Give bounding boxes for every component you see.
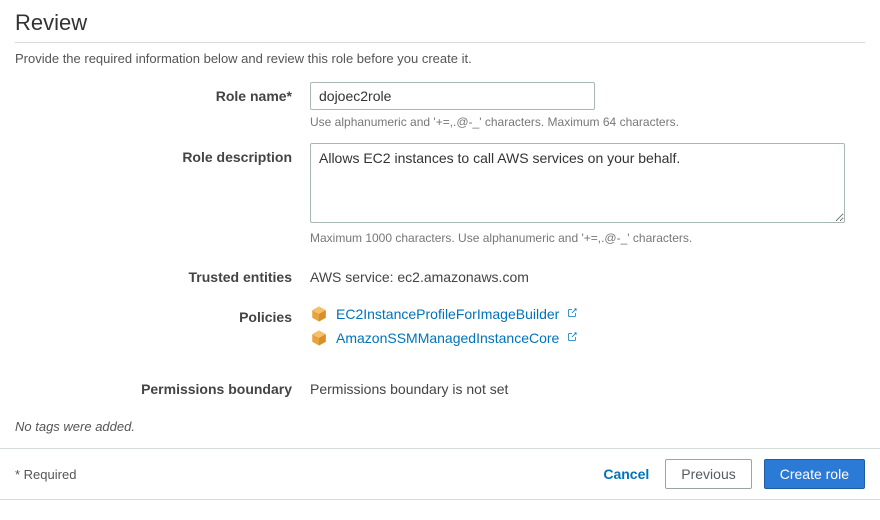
page-subtitle: Provide the required information below a… [15,51,865,66]
row-permissions-boundary: Permissions boundary Permissions boundar… [15,375,865,397]
row-role-description: Role description Allows EC2 instances to… [15,143,865,245]
policy-item: EC2InstanceProfileForImageBuilder [310,305,865,323]
role-description-helper: Maximum 1000 characters. Use alphanumeri… [310,231,865,245]
external-link-icon [566,307,578,319]
create-role-button[interactable]: Create role [764,459,865,489]
role-name-helper: Use alphanumeric and '+=,.@-_' character… [310,115,865,129]
trusted-entities-value: AWS service: ec2.amazonaws.com [310,263,865,285]
row-policies: Policies EC2InstanceProfileForImageBuild… [15,303,865,353]
role-description-label: Role description [15,143,310,165]
policy-cube-icon [310,305,328,323]
row-trusted-entities: Trusted entities AWS service: ec2.amazon… [15,263,865,285]
policy-link[interactable]: EC2InstanceProfileForImageBuilder [336,306,578,322]
policies-label: Policies [15,303,310,325]
policy-cube-icon [310,329,328,347]
tags-note: No tags were added. [15,419,865,434]
page-title: Review [15,10,865,43]
permissions-boundary-value: Permissions boundary is not set [310,375,865,397]
role-name-label: Role name* [15,82,310,104]
row-role-name: Role name* Use alphanumeric and '+=,.@-_… [15,82,865,129]
external-link-icon [566,331,578,343]
role-name-input[interactable] [310,82,595,110]
trusted-entities-label: Trusted entities [15,263,310,285]
cancel-button[interactable]: Cancel [599,460,653,488]
required-note: * Required [15,467,76,482]
policy-link[interactable]: AmazonSSMManagedInstanceCore [336,330,578,346]
policy-link-text: AmazonSSMManagedInstanceCore [336,330,559,346]
policy-link-text: EC2InstanceProfileForImageBuilder [336,306,559,322]
footer: * Required Cancel Previous Create role [0,448,880,500]
policy-item: AmazonSSMManagedInstanceCore [310,329,865,347]
previous-button[interactable]: Previous [665,459,751,489]
role-description-textarea[interactable]: Allows EC2 instances to call AWS service… [310,143,845,223]
permissions-boundary-label: Permissions boundary [15,375,310,397]
